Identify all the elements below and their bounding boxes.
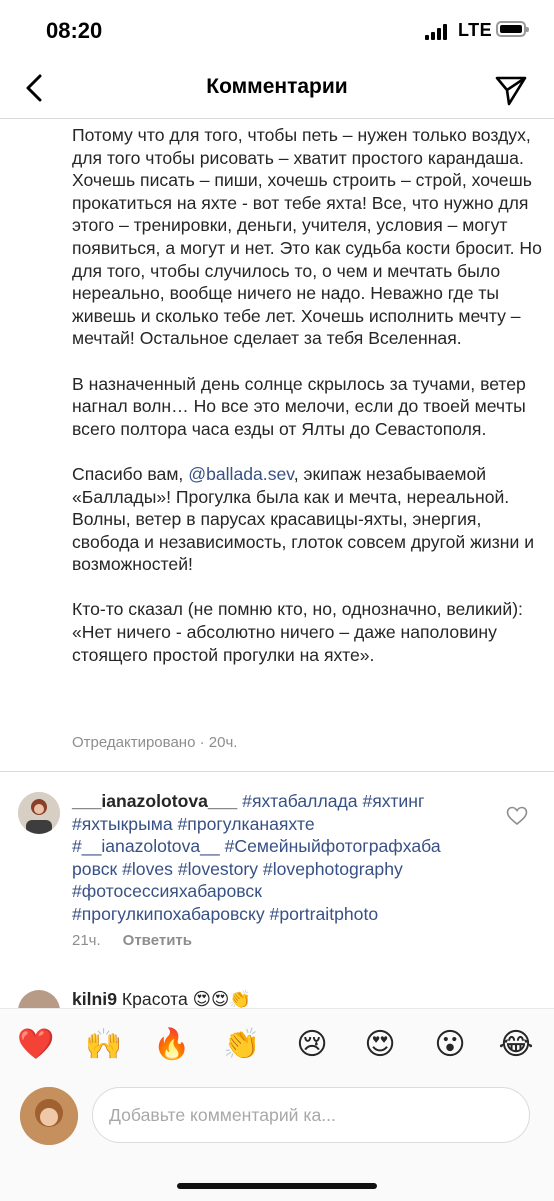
emoji-clap-button[interactable]: 👏 xyxy=(222,1025,262,1065)
status-time: 08:20 xyxy=(46,18,103,43)
comment-text: Красота 😍😍👏 xyxy=(116,989,252,1008)
comment-meta: 21ч. Ответить xyxy=(72,932,214,949)
avatar[interactable] xyxy=(18,990,60,1008)
emoji-crying-button[interactable]: 😢 xyxy=(292,1025,332,1065)
emoji-heart-eyes-button[interactable]: 😍 xyxy=(360,1025,400,1065)
reply-button[interactable]: Ответить xyxy=(123,932,192,949)
hashtag-text[interactable]: #прогулкипохабаровску #portraitphoto xyxy=(72,904,378,924)
home-indicator xyxy=(177,1183,377,1189)
header: Комментарии xyxy=(0,60,554,119)
comment-body: ___ianazolotova___ #яхтабаллада #яхтинг … xyxy=(72,790,492,926)
hashtag-text[interactable]: #__ianazolotova__ #Семейныйфотографхаба xyxy=(72,836,441,856)
caption-paragraph: Спасибо вам, @ballada.sev, экипаж незабы… xyxy=(72,463,542,576)
divider xyxy=(0,771,554,772)
caption-paragraph: В назначенный день солнце скрылось за ту… xyxy=(72,373,526,439)
network-type: LTE xyxy=(458,20,493,40)
page-title: Комментарии xyxy=(206,75,348,98)
signal-icon xyxy=(425,24,447,40)
paper-plane-icon[interactable] xyxy=(492,70,530,108)
avatar-image xyxy=(20,1087,78,1145)
comment-time: 21ч. xyxy=(72,932,101,949)
comment-input[interactable] xyxy=(92,1087,530,1143)
comment-item: kilni9 Красота 😍😍👏 xyxy=(18,988,538,1008)
hashtag-text[interactable]: ровск #loves #lovestory #lovephotography xyxy=(72,859,403,879)
emoji-heart-button[interactable]: ❤️ xyxy=(16,1025,56,1065)
heart-outline-icon[interactable] xyxy=(506,806,528,826)
status-bar: 08:20 LTE xyxy=(0,0,554,60)
emoji-laughing-button[interactable]: 😂 xyxy=(496,1025,536,1065)
hashtag-text[interactable]: #фотосессияхабаровск xyxy=(72,881,262,901)
hashtag-text[interactable]: #яхтабаллада #яхтинг xyxy=(237,791,424,811)
comment-username[interactable]: kilni9 xyxy=(72,989,117,1008)
separator: · xyxy=(195,734,209,751)
caption-paragraph: Кто-то сказал (не помню кто, но, однозна… xyxy=(72,599,523,665)
caption-text: Спасибо вам, xyxy=(72,463,189,484)
quick-emoji-bar: ❤️ 🙌 🔥 👏 😢 😍 😮 😂 xyxy=(0,1025,554,1065)
avatar[interactable] xyxy=(18,792,60,834)
avatar-image xyxy=(18,792,60,834)
comment-username[interactable]: ___ianazolotova___ xyxy=(72,791,237,811)
battery-icon xyxy=(496,21,529,37)
caption-meta: Отредактировано · 20ч. xyxy=(72,734,237,751)
avatar xyxy=(20,1087,78,1145)
post-caption: Потому что для того, чтобы петь – нужен … xyxy=(72,124,542,689)
emoji-fire-button[interactable]: 🔥 xyxy=(152,1025,192,1065)
edited-label: Отредактировано xyxy=(72,734,196,751)
comment-body: kilni9 Красота 😍😍👏 xyxy=(72,988,251,1008)
comment-composer: ❤️ 🙌 🔥 👏 😢 😍 😮 😂 xyxy=(0,1008,554,1201)
hashtag-text[interactable]: #яхтыкрыма #прогулканаяхте xyxy=(72,814,315,834)
emoji-raised-hands-button[interactable]: 🙌 xyxy=(84,1025,124,1065)
caption-time: 20ч. xyxy=(208,734,238,751)
emoji-surprised-button[interactable]: 😮 xyxy=(430,1025,470,1065)
mention-link[interactable]: @ballada.sev xyxy=(188,464,294,484)
input-row xyxy=(0,1081,554,1151)
caption-paragraph: Потому что для того, чтобы петь – нужен … xyxy=(72,125,542,349)
